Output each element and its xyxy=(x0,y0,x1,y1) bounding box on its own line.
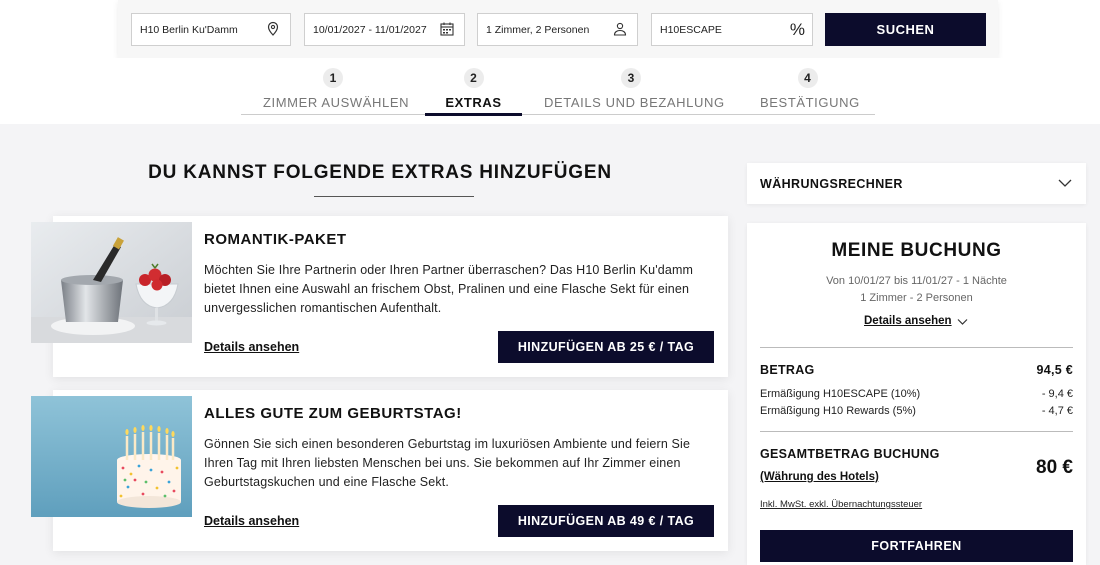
search-button[interactable]: SUCHEN xyxy=(825,13,986,46)
booking-dates: Von 10/01/27 bis 11/01/27 - 1 Nächte xyxy=(826,275,1007,287)
search-bar: H10 Berlin Ku'Damm 10/01/2027 - 11/01/20… xyxy=(118,0,998,58)
calendar-icon xyxy=(440,22,454,36)
dates-field-value: 10/01/2027 - 11/01/2027 xyxy=(313,23,427,36)
booking-details-link[interactable]: Details ansehen xyxy=(864,315,952,327)
card-body: ROMANTIK-PAKET Möchten Sie Ihre Partneri… xyxy=(204,216,714,377)
step-label: DETAILS UND BEZAHLUNG xyxy=(544,95,725,110)
divider xyxy=(760,431,1073,432)
discount-label: Ermäßigung H10 Rewards (5%) xyxy=(760,405,916,417)
steps-divider xyxy=(241,114,875,115)
amount-value: 94,5 € xyxy=(1036,363,1073,377)
discount-value: - 4,7 € xyxy=(1041,405,1073,417)
extra-description: Möchten Sie Ihre Partnerin oder Ihren Pa… xyxy=(204,263,694,315)
step-number: 3 xyxy=(621,68,641,88)
step-number: 2 xyxy=(463,68,484,88)
promo-code-field[interactable]: H10ESCAPE % xyxy=(651,13,813,46)
percent-icon: % xyxy=(789,20,805,39)
promo-code-value: H10ESCAPE xyxy=(660,23,722,36)
details-link[interactable]: Details ansehen xyxy=(204,340,299,354)
total-value: 80 € xyxy=(1036,457,1073,478)
hotel-field-value: H10 Berlin Ku'Damm xyxy=(140,23,238,36)
add-extra-button[interactable]: HINZUFÜGEN AB 25 € / TAG xyxy=(498,331,714,363)
step-label: BESTÄTIGUNG xyxy=(760,95,860,110)
hotel-field[interactable]: H10 Berlin Ku'Damm xyxy=(131,13,291,46)
chevron-down-icon[interactable] xyxy=(957,318,968,326)
champagne-strawberries-image xyxy=(31,222,192,343)
divider xyxy=(760,347,1073,348)
chevron-down-icon xyxy=(1058,179,1072,187)
currency-converter[interactable]: WÄHRUNGSRECHNER xyxy=(747,163,1086,204)
extra-description: Gönnen Sie sich einen besonderen Geburts… xyxy=(204,437,691,489)
step-label: ZIMMER AUSWÄHLEN xyxy=(263,95,410,110)
amount-label: BETRAG xyxy=(760,363,815,377)
discount-value: - 9,4 € xyxy=(1041,388,1073,400)
details-link[interactable]: Details ansehen xyxy=(204,514,299,528)
step-number: 4 xyxy=(797,68,818,88)
total-label: GESAMTBETRAG BUCHUNG xyxy=(760,447,940,461)
location-pin-icon xyxy=(267,21,279,36)
add-extra-button[interactable]: HINZUFÜGEN AB 49 € / TAG xyxy=(498,505,714,537)
rooms-field-value: 1 Zimmer, 2 Personen xyxy=(486,23,590,36)
amount-row: BETRAG 94,5 € xyxy=(760,363,1073,377)
continue-button[interactable]: FORTFAHREN xyxy=(760,530,1073,562)
discount-row: Ermäßigung H10 Rewards (5%) - 4,7 € xyxy=(760,405,1073,417)
booking-rooms: 1 Zimmer - 2 Personen xyxy=(860,292,973,304)
step-confirmation[interactable]: 4 BESTÄTIGUNG xyxy=(760,68,860,110)
discount-row: Ermäßigung H10ESCAPE (10%) - 9,4 € xyxy=(760,388,1073,400)
page-title: DU KANNST FOLGENDE EXTRAS HINZUFÜGEN xyxy=(148,162,612,183)
booking-summary: MEINE BUCHUNG Von 10/01/27 bis 11/01/27 … xyxy=(747,223,1086,565)
discount-label: Ermäßigung H10ESCAPE (10%) xyxy=(760,388,921,400)
active-step-indicator xyxy=(425,113,522,116)
hotel-currency-link[interactable]: (Währung des Hotels) xyxy=(760,471,879,483)
step-number: 1 xyxy=(323,68,343,88)
card-body: ALLES GUTE ZUM GEBURTSTAG! Gönnen Sie si… xyxy=(204,390,714,551)
tax-note-link[interactable]: Inkl. MwSt. exkl. Übernachtungssteuer xyxy=(760,499,922,510)
title-underline xyxy=(314,196,474,197)
step-extras[interactable]: 2 EXTRAS xyxy=(425,68,522,110)
step-details-payment[interactable]: 3 DETAILS UND BEZAHLUNG xyxy=(544,68,725,110)
step-select-room[interactable]: 1 ZIMMER AUSWÄHLEN xyxy=(263,68,410,110)
dates-field[interactable]: 10/01/2027 - 11/01/2027 xyxy=(304,13,465,46)
birthday-cake-image xyxy=(31,396,192,517)
booking-steps: 1 ZIMMER AUSWÄHLEN 2 EXTRAS 3 DETAILS UN… xyxy=(0,58,1100,124)
booking-title: MEINE BUCHUNG xyxy=(831,240,1002,261)
extra-title: ALLES GUTE ZUM GEBURTSTAG! xyxy=(204,405,462,422)
extra-title: ROMANTIK-PAKET xyxy=(204,231,347,248)
person-icon xyxy=(613,22,627,36)
rooms-field[interactable]: 1 Zimmer, 2 Personen xyxy=(477,13,638,46)
currency-converter-label: WÄHRUNGSRECHNER xyxy=(760,177,903,191)
step-label: EXTRAS xyxy=(445,95,502,110)
